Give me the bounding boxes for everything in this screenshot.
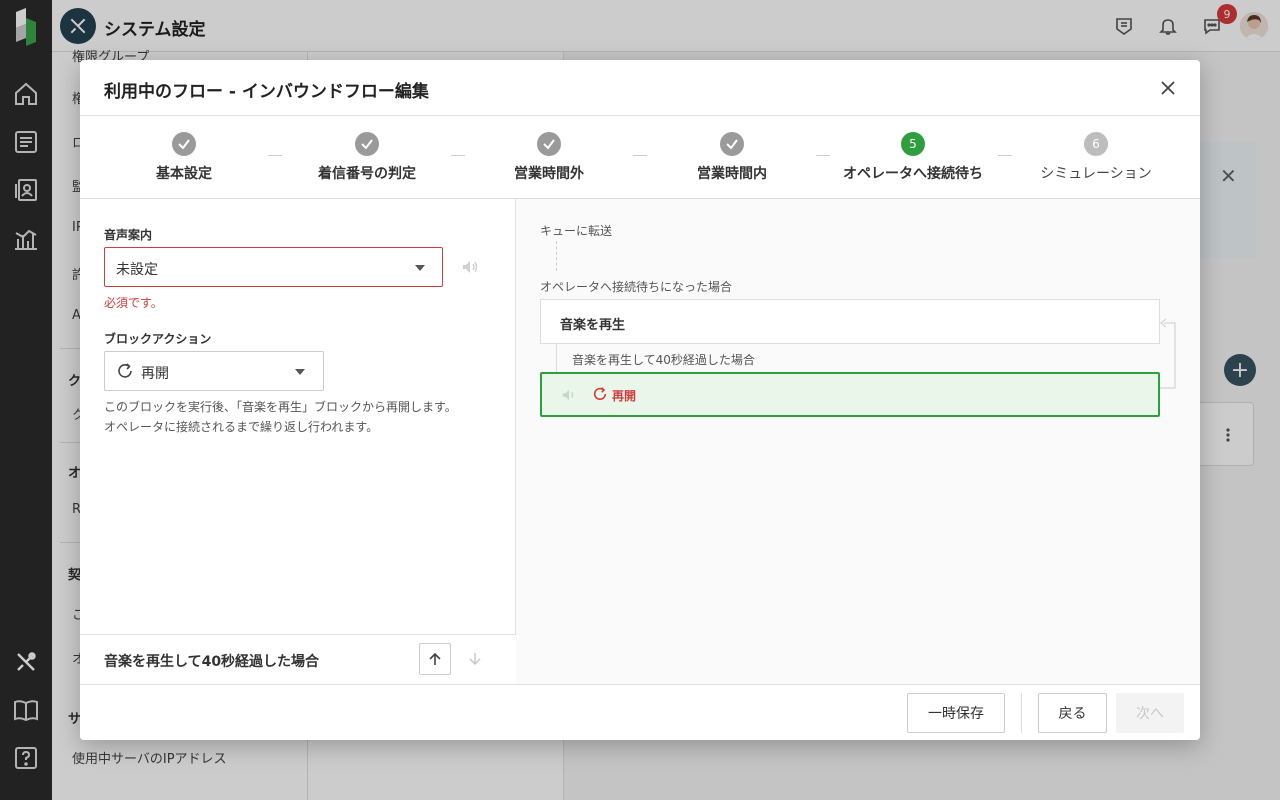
modal-title: 利用中のフロー - インバウンドフロー編集 (104, 82, 429, 102)
block-footer: 音楽を再生して40秒経過した場合 (80, 634, 516, 684)
modal-footer: 一時保存 戻る 次へ (80, 684, 1200, 740)
step-label: 着信番号の判定 (318, 166, 416, 182)
flow-connector (556, 241, 557, 271)
voice-guidance-error: 必須です。 (104, 296, 163, 310)
step-number-badge: 6 (1084, 132, 1108, 156)
step-label: オペレータへ接続待ち (843, 166, 983, 182)
flow-branch-label: 音楽を再生して40秒経過した場合 (572, 353, 755, 367)
back-button[interactable]: 戻る (1038, 693, 1107, 733)
current-block-title: 音楽を再生して40秒経過した場合 (104, 654, 320, 670)
close-icon[interactable] (1156, 76, 1180, 100)
voice-guidance-label: 音声案内 (104, 228, 153, 242)
check-icon (355, 132, 379, 156)
next-button[interactable]: 次へ (1116, 693, 1184, 733)
step-label: 基本設定 (156, 166, 212, 182)
select-value: 未設定 (116, 262, 158, 278)
check-icon (720, 132, 744, 156)
flow-waiting-label: オペレータへ接続待ちになった場合 (540, 280, 733, 294)
block-action-label: ブロックアクション (104, 332, 212, 346)
flow-connector (556, 344, 557, 372)
flow-block-play-music[interactable]: 音楽を再生 (540, 299, 1160, 344)
step-number-badge: 5 (901, 132, 925, 156)
select-value: 再開 (141, 366, 169, 382)
flow-preview: キューに転送 オペレータへ接続待ちになった場合 音楽を再生 音楽を再生して40秒… (516, 199, 1200, 684)
footer-divider (1021, 693, 1022, 733)
step-operator-wait[interactable]: 5 オペレータへ接続待ち (822, 132, 1004, 183)
block-action-description: このブロックを実行後、「音楽を再生」ブロックから再開します。 (104, 400, 457, 414)
check-icon (537, 132, 561, 156)
check-icon (172, 132, 196, 156)
modal-header: 利用中のフロー - インバウンドフロー編集 (80, 60, 1200, 116)
speaker-icon (460, 257, 480, 277)
flow-edit-modal: 利用中のフロー - インバウンドフロー編集 基本設定 着信番号の判定 営業時間外… (80, 60, 1200, 740)
step-indicator: 基本設定 着信番号の判定 営業時間外 営業時間内 5 オペレータへ接続待ち 6 … (80, 116, 1200, 199)
move-up-button[interactable] (419, 643, 451, 675)
step-off-hours[interactable]: 営業時間外 (458, 132, 640, 183)
step-simulation[interactable]: 6 シミュレーション (1005, 132, 1187, 183)
flow-block-action-text: 再開 (612, 389, 637, 403)
step-business-hours[interactable]: 営業時間内 (641, 132, 823, 183)
step-label: 営業時間外 (514, 166, 584, 182)
loop-back-arrow-icon (1160, 318, 1176, 389)
step-label: シミュレーション (1040, 166, 1152, 182)
flow-block-title: 音楽を再生 (560, 318, 626, 333)
block-action-select[interactable]: 再開 (104, 351, 324, 391)
flow-queue-label: キューに転送 (540, 224, 613, 238)
voice-guidance-select[interactable]: 未設定 (104, 247, 443, 287)
move-down-button[interactable] (459, 643, 491, 675)
flow-block-resume[interactable]: 再開 (540, 372, 1160, 417)
step-incoming-number[interactable]: 着信番号の判定 (276, 132, 458, 183)
step-basic-settings[interactable]: 基本設定 (93, 132, 275, 183)
block-action-description: オペレータに接続されるまで繰り返し行われます。 (104, 420, 379, 434)
block-settings-form: 音声案内 未設定 必須です。 ブロックアクション 再開 このブロックを実行後、「… (80, 199, 516, 684)
save-draft-button[interactable]: 一時保存 (907, 693, 1005, 733)
chevron-down-icon (415, 265, 425, 271)
step-label: 営業時間内 (697, 166, 767, 182)
chevron-down-icon (295, 369, 305, 375)
